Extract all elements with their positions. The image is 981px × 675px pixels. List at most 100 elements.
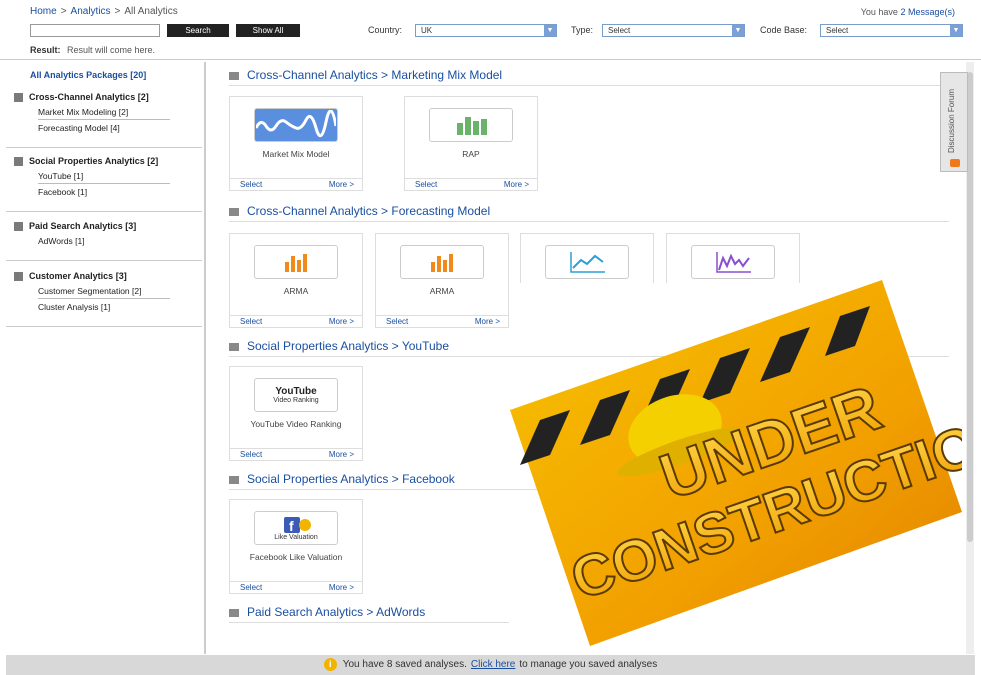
sidebar-group-title[interactable]: Cross-Channel Analytics [2] <box>6 90 202 104</box>
section-title: Cross-Channel Analytics > Forecasting Mo… <box>247 204 491 218</box>
under-construction-banner: UNDER CONSTRUCTION <box>510 280 962 646</box>
type-label: Type: <box>571 25 594 35</box>
chevron-down-icon: ▼ <box>732 25 744 36</box>
sidebar-group-title[interactable]: Social Properties Analytics [2] <box>6 154 202 168</box>
sidebar-group-customer: Customer Analytics [3] Customer Segmenta… <box>6 269 202 327</box>
collapse-icon <box>229 342 239 351</box>
discussion-forum-tab[interactable]: Discussion Forum <box>940 72 968 172</box>
sidebar-group-title[interactable]: Customer Analytics [3] <box>6 269 202 283</box>
manage-saved-link[interactable]: Click here <box>471 659 515 670</box>
search-row: Search Show All Country: UK ▼ Type: Sele… <box>30 24 965 38</box>
card-select-link[interactable]: Select <box>415 180 437 189</box>
collapse-icon <box>14 271 23 281</box>
codebase-label: Code Base: <box>760 25 808 35</box>
chat-icon <box>950 159 960 167</box>
collapse-icon <box>229 71 239 80</box>
card-more-link[interactable]: More > <box>329 317 354 326</box>
sidebar-item-facebook[interactable]: Facebook [1] <box>38 184 170 200</box>
section-title: Paid Search Analytics > AdWords <box>247 605 426 619</box>
card-select-link[interactable]: Select <box>386 317 408 326</box>
purple-area-chart-icon <box>691 245 775 279</box>
sidebar-item-adwords[interactable]: AdWords [1] <box>38 233 170 249</box>
search-button[interactable]: Search <box>167 24 229 37</box>
orange-bar-chart-icon <box>400 245 484 279</box>
card-name: Market Mix Model <box>262 149 330 159</box>
facebook-icon: f Like Valuation <box>254 511 338 545</box>
type-select[interactable]: Select ▼ <box>602 24 745 37</box>
breadcrumb: Home > Analytics > All Analytics <box>30 6 178 17</box>
svg-text:f: f <box>289 518 294 534</box>
chevron-down-icon: ▼ <box>544 25 556 36</box>
collapse-icon <box>14 221 23 231</box>
card-name: ARMA <box>283 286 309 296</box>
card-more-link[interactable]: More > <box>475 317 500 326</box>
collapse-icon <box>14 156 23 166</box>
analysis-card-market-mix-model[interactable]: Market Mix Model Select More > <box>229 96 363 191</box>
youtube-logo: YouTube <box>275 386 317 397</box>
codebase-select-value: Select <box>826 26 849 35</box>
analysis-card-rap[interactable]: RAP Select More > <box>404 96 538 191</box>
card-more-link[interactable]: More > <box>329 180 354 189</box>
analysis-card-forecast-line[interactable] <box>520 233 654 283</box>
youtube-icon: YouTube Video Ranking <box>254 378 338 412</box>
top-bar: Home > Analytics > All Analytics You have 2 … <box>0 0 981 60</box>
analysis-card-youtube-ranking[interactable]: YouTube Video Ranking YouTube Video Rank… <box>229 366 363 461</box>
sidebar-item-customer-segmentation[interactable]: Customer Segmentation [2] <box>38 283 170 299</box>
sidebar-item-forecasting[interactable]: Forecasting Model [4] <box>38 120 170 136</box>
section-header-adwords[interactable]: Paid Search Analytics > AdWords <box>229 605 509 623</box>
breadcrumb-separator: > <box>114 6 121 17</box>
facebook-icon-caption: Like Valuation <box>274 533 318 541</box>
chevron-down-icon: ▼ <box>950 25 962 36</box>
saved-analyses-prefix: You have 8 saved analyses. <box>342 659 467 670</box>
sidebar-item-cluster-analysis[interactable]: Cluster Analysis [1] <box>38 299 170 315</box>
sidebar-group-label: Social Properties Analytics [2] <box>29 156 159 166</box>
card-footer: Select More > <box>230 448 362 460</box>
section-header-forecasting[interactable]: Cross-Channel Analytics > Forecasting Mo… <box>229 204 949 222</box>
codebase-select[interactable]: Select ▼ <box>820 24 963 37</box>
show-all-button[interactable]: Show All <box>236 24 300 37</box>
card-more-link[interactable]: More > <box>329 583 354 592</box>
collapse-icon <box>229 475 239 484</box>
result-label: Result: <box>30 45 61 55</box>
breadcrumb-current: All Analytics <box>124 6 178 17</box>
sidebar-item-youtube[interactable]: YouTube [1] <box>38 168 170 184</box>
search-input[interactable] <box>30 24 160 37</box>
card-more-link[interactable]: More > <box>504 180 529 189</box>
card-name: ARMA <box>429 286 455 296</box>
card-footer: Select More > <box>405 178 537 190</box>
card-name: YouTube Video Ranking <box>250 419 342 429</box>
collapse-icon <box>14 92 23 102</box>
section-header-marketing-mix[interactable]: Cross-Channel Analytics > Marketing Mix … <box>229 68 949 86</box>
breadcrumb-analytics[interactable]: Analytics <box>71 6 111 17</box>
sidebar-group-social: Social Properties Analytics [2] YouTube … <box>6 154 202 212</box>
section-title: Social Properties Analytics > YouTube <box>247 339 450 353</box>
saved-analyses-suffix: to manage you saved analyses <box>519 659 658 670</box>
card-name: RAP <box>462 149 480 159</box>
sidebar-group-label: Customer Analytics [3] <box>29 271 127 281</box>
card-select-link[interactable]: Select <box>240 317 262 326</box>
section-title: Social Properties Analytics > Facebook <box>247 472 455 486</box>
analysis-card-arma[interactable]: ARMA Select More > <box>375 233 509 328</box>
sidebar: All Analytics Packages [20] Cross-Channe… <box>6 62 206 654</box>
messages-link[interactable]: 2 Message(s) <box>900 7 955 17</box>
card-more-link[interactable]: More > <box>329 450 354 459</box>
messages-notice: You have 2 Message(s) <box>861 7 955 17</box>
sidebar-item-market-mix[interactable]: Market Mix Modeling [2] <box>38 104 170 120</box>
analysis-card-facebook-like[interactable]: f Like Valuation Facebook Like Valuation… <box>229 499 363 594</box>
sidebar-all-packages[interactable]: All Analytics Packages [20] <box>30 70 146 80</box>
card-footer: Select More > <box>230 315 362 327</box>
sidebar-group-cross-channel: Cross-Channel Analytics [2] Market Mix M… <box>6 90 202 148</box>
analysis-card-arma[interactable]: ARMA Select More > <box>229 233 363 328</box>
card-select-link[interactable]: Select <box>240 583 262 592</box>
card-select-link[interactable]: Select <box>240 450 262 459</box>
blue-line-chart-icon <box>545 245 629 279</box>
breadcrumb-home[interactable]: Home <box>30 6 57 17</box>
sidebar-group-paid-search: Paid Search Analytics [3] AdWords [1] <box>6 219 202 261</box>
card-select-link[interactable]: Select <box>240 180 262 189</box>
card-footer: Select More > <box>376 315 508 327</box>
analysis-card-forecast-area[interactable] <box>666 233 800 283</box>
sidebar-group-title[interactable]: Paid Search Analytics [3] <box>6 219 202 233</box>
result-line: Result: Result will come here. <box>30 45 155 55</box>
card-footer: Select More > <box>230 178 362 190</box>
country-select[interactable]: UK ▼ <box>415 24 557 37</box>
